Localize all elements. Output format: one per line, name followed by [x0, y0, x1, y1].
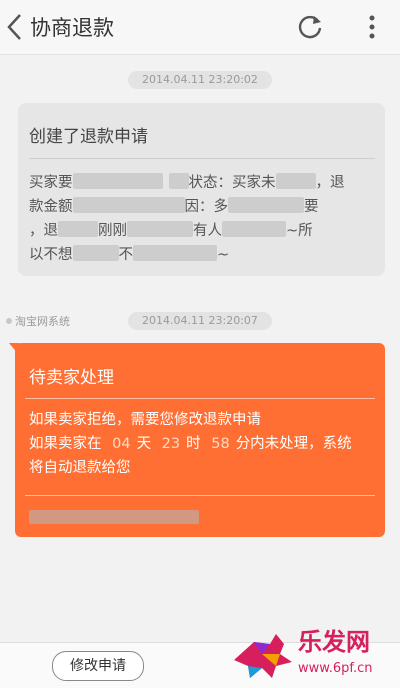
- page-title: 协商退款: [30, 16, 114, 40]
- blurred-text: [127, 221, 193, 237]
- blurred-text: [58, 221, 98, 237]
- details-text: 不: [118, 247, 134, 263]
- message-timestamp: 2014.04.11 23:20:02: [128, 71, 272, 89]
- details-text: ，退: [29, 223, 58, 239]
- card-title: 创建了退款申请: [29, 127, 148, 147]
- blurred-link[interactable]: [29, 510, 199, 524]
- blurred-text: [72, 173, 163, 189]
- details-text: ，退: [315, 175, 345, 191]
- blurred-text: [133, 245, 217, 261]
- details-text: 状态：买家未: [188, 175, 276, 191]
- avatar: [6, 318, 12, 324]
- description-line: 将自动退款给您: [29, 460, 131, 476]
- chevron-left-icon[interactable]: [4, 10, 26, 44]
- details-text: 因：多: [184, 199, 229, 215]
- day-unit: 天: [136, 436, 152, 452]
- countdown-days: 04: [112, 436, 131, 452]
- sender-label: 淘宝网系统: [6, 313, 70, 329]
- modify-request-button[interactable]: 修改申请: [52, 651, 144, 681]
- details-text: 刚刚: [98, 223, 127, 239]
- watermark-brand: 乐发网: [298, 628, 370, 656]
- divider: [25, 495, 375, 496]
- blurred-text: [72, 197, 185, 213]
- minute-suffix: 分内未处理，系统: [235, 436, 352, 452]
- details-text: 要: [304, 199, 319, 215]
- pending-seller-card: 待卖家处理 如果卖家拒绝，需要您修改退款申请 如果卖家在 04 天 23 时 58 分…: [15, 343, 385, 537]
- divider: [25, 398, 375, 399]
- divider: [29, 158, 375, 159]
- countdown-minutes: 58: [211, 436, 230, 452]
- details-text: ~所: [286, 223, 313, 239]
- countdown-line: 如果卖家在 04 天 23 时 58 分内未处理，系统: [29, 432, 379, 456]
- blurred-text: [72, 245, 119, 261]
- details-text: 以不想: [29, 247, 73, 263]
- countdown-prefix: 如果卖家在: [29, 436, 102, 452]
- details-text: 买家要: [29, 175, 73, 191]
- sender-name: 淘宝网系统: [15, 315, 70, 328]
- blurred-text: [222, 221, 286, 237]
- description-line: 如果卖家拒绝，需要您修改退款申请: [29, 412, 261, 428]
- refund-request-card: 创建了退款申请 买家要 状态：买家未 ，退 款金额 因：多要 ，退 刚刚 有人 ~所 以不想…: [18, 103, 385, 276]
- refresh-icon[interactable]: [296, 13, 324, 41]
- hour-unit: 时: [186, 436, 201, 452]
- blurred-text: [228, 197, 304, 213]
- more-vertical-icon[interactable]: [362, 13, 382, 41]
- details-text: 有人: [193, 223, 222, 239]
- top-bar: 协商退款: [0, 0, 400, 55]
- blurred-text: [168, 173, 189, 189]
- countdown-hours: 23: [161, 436, 181, 452]
- card-title: 待卖家处理: [29, 368, 114, 388]
- blurred-text: [275, 173, 316, 189]
- details-text: 款金额: [29, 199, 73, 215]
- details-text: ~: [217, 247, 230, 263]
- status-description: 如果卖家拒绝，需要您修改退款申请 如果卖家在 04 天 23 时 58 分内未处理，系…: [29, 408, 379, 480]
- watermark-url: www.6pf.cn: [298, 661, 373, 676]
- message-timestamp: 2014.04.11 23:20:07: [128, 312, 272, 330]
- watermark-logo: 乐发网 www.6pf.cn: [234, 628, 373, 678]
- refund-details-text: 买家要 状态：买家未 ，退 款金额 因：多要 ，退 刚刚 有人 ~所 以不想不 ~: [29, 171, 375, 267]
